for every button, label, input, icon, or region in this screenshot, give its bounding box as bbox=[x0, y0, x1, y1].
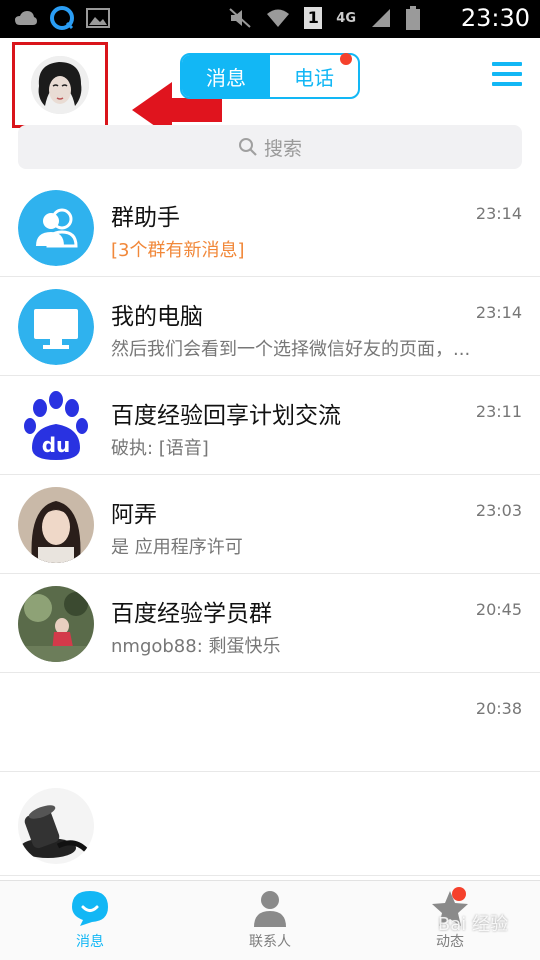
conversation-title: 百度经验学员群 bbox=[111, 601, 272, 627]
conversation-title: 百度经验回享计划交流 bbox=[111, 403, 341, 429]
nav-contacts-label: 联系人 bbox=[249, 934, 291, 950]
conversation-list: 群助手 [3个群有新消息] 23:14 我的电脑 然后我们会看到一个选择微信好友… bbox=[0, 178, 540, 876]
tab-calls-label: 电话 bbox=[294, 65, 334, 90]
menu-icon[interactable] bbox=[492, 62, 522, 86]
sim-indicator: 1 bbox=[304, 7, 323, 29]
conversation-row[interactable]: 阿弄 是 应用程序许可 23:03 bbox=[0, 475, 540, 574]
conversation-row[interactable]: 我的电脑 然后我们会看到一个选择微信好友的页面，... 23:14 bbox=[0, 277, 540, 376]
calls-badge-dot bbox=[340, 53, 352, 65]
photo-avatar bbox=[18, 586, 94, 662]
contact-avatar bbox=[18, 788, 94, 864]
svg-text:du: du bbox=[42, 433, 71, 457]
search-placeholder: 搜索 bbox=[263, 137, 302, 160]
conversation-row[interactable]: du 百度经验回享计划交流 破执: [语音] 23:11 bbox=[0, 376, 540, 475]
signal-icon bbox=[372, 9, 390, 27]
conversation-time: 23:11 bbox=[475, 402, 522, 421]
search-bar[interactable]: 搜索 bbox=[18, 125, 522, 169]
image-icon bbox=[86, 8, 110, 28]
baidu-paw-icon: du bbox=[18, 388, 94, 464]
qq-browser-icon bbox=[50, 6, 74, 30]
conversation-preview: nmgob88: 剩蛋快乐 bbox=[111, 636, 281, 657]
conversation-row[interactable]: 百度经验学员群 nmgob88: 剩蛋快乐 20:45 bbox=[0, 574, 540, 673]
conversation-preview: [3个群有新消息] bbox=[111, 240, 245, 261]
user-avatar[interactable] bbox=[31, 56, 89, 114]
photo-avatar bbox=[18, 788, 94, 864]
nav-messages-label: 消息 bbox=[76, 934, 104, 950]
message-call-switch: 消息 电话 bbox=[180, 53, 360, 99]
conversation-title: 阿弄 bbox=[111, 502, 157, 528]
group-assistant-icon bbox=[18, 190, 94, 266]
search-icon bbox=[238, 138, 257, 156]
conversation-row[interactable]: 20:38 bbox=[0, 673, 540, 772]
nav-messages[interactable]: 消息 bbox=[0, 881, 180, 960]
status-bar: 1 4G 23:30 bbox=[0, 0, 540, 38]
avatar-highlight-box[interactable] bbox=[12, 42, 108, 128]
conversation-title: 我的电脑 bbox=[111, 304, 203, 330]
watermark: Bai 经验 bbox=[437, 914, 508, 935]
conversation-preview: 是 应用程序许可 bbox=[111, 537, 243, 558]
battery-icon bbox=[406, 6, 420, 30]
contact-avatar bbox=[18, 487, 94, 563]
conversation-row[interactable]: 群助手 [3个群有新消息] 23:14 bbox=[0, 178, 540, 277]
tab-calls[interactable]: 电话 bbox=[270, 53, 358, 97]
conversation-time: 20:38 bbox=[475, 699, 522, 718]
network-label: 4G bbox=[336, 10, 356, 26]
moments-badge-dot bbox=[452, 887, 466, 901]
conversation-time: 20:45 bbox=[475, 600, 522, 619]
computer-icon bbox=[18, 289, 94, 365]
photo-avatar bbox=[18, 487, 94, 563]
computer-avatar bbox=[18, 289, 94, 365]
group-assistant-avatar bbox=[18, 190, 94, 266]
conversation-preview: 然后我们会看到一个选择微信好友的页面，... bbox=[111, 339, 471, 360]
conversation-title: 群助手 bbox=[111, 205, 180, 231]
conversation-time: 23:03 bbox=[475, 501, 522, 520]
baidu-avatar: du bbox=[18, 388, 94, 464]
person-icon bbox=[254, 891, 286, 927]
mute-icon bbox=[229, 8, 251, 28]
chat-bubble-icon bbox=[72, 891, 108, 926]
wifi-icon bbox=[267, 9, 290, 27]
group-avatar bbox=[18, 586, 94, 662]
status-time: 23:30 bbox=[460, 4, 530, 32]
nav-contacts[interactable]: 联系人 bbox=[180, 881, 360, 960]
conversation-row[interactable] bbox=[0, 772, 540, 876]
conversation-time: 23:14 bbox=[475, 303, 522, 322]
conversation-preview: 破执: [语音] bbox=[111, 438, 209, 459]
cloud-icon bbox=[15, 11, 37, 25]
tab-messages[interactable]: 消息 bbox=[182, 55, 270, 97]
conversation-time: 23:14 bbox=[475, 204, 522, 223]
header: 消息 电话 bbox=[0, 38, 540, 138]
